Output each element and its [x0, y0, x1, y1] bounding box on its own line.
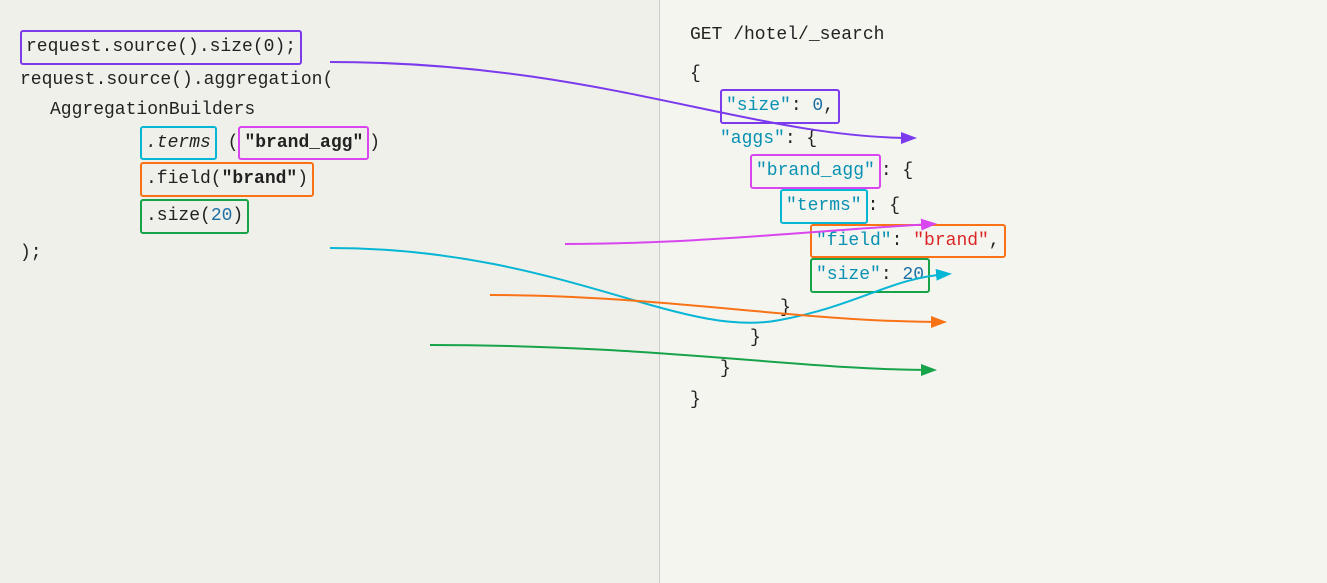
terms-brace: : { — [868, 196, 900, 216]
terms-method-box: .terms — [140, 126, 217, 161]
comma1: , — [823, 96, 834, 116]
size-val-text: 0 — [812, 96, 823, 116]
close-brace-4: } — [690, 385, 1297, 416]
colon2: : { — [785, 129, 817, 149]
code-line-1: request.source().size(0); — [20, 30, 639, 65]
code-line-7: ); — [20, 238, 639, 269]
right-panel: GET /hotel/_search { "size": 0, "aggs": … — [660, 0, 1327, 583]
close3-text: } — [720, 359, 731, 379]
size0-box: request.source().size(0); — [20, 30, 302, 65]
brand-agg-box: "brand_agg" — [238, 126, 369, 161]
code-line-3: AggregationBuilders — [50, 95, 639, 126]
code-line-5: .field("brand") — [140, 162, 639, 197]
close4-text: } — [690, 390, 701, 410]
terms-italic: .terms — [146, 133, 211, 153]
line2-text: request.source().aggregation( — [20, 70, 333, 90]
close1-text: } — [780, 298, 791, 318]
code-line-4: .terms ("brand_agg") — [140, 126, 639, 161]
terms-paren-close: ) — [369, 133, 380, 153]
title-text: GET /hotel/_search — [690, 25, 884, 45]
colon3: : — [892, 231, 914, 251]
close2-text: } — [750, 328, 761, 348]
aggs-line: "aggs": { — [720, 124, 1297, 155]
size-box-right: "size": 0, — [720, 89, 840, 124]
line3-text: AggregationBuilders — [50, 100, 255, 120]
terms-paren-open: ( — [228, 133, 239, 153]
brace-open-text: { — [690, 64, 701, 84]
brand-agg-box-right: "brand_agg" — [750, 154, 881, 189]
api-title: GET /hotel/_search — [690, 20, 1297, 51]
code-line-6: .size(20) — [140, 199, 639, 234]
field-val-text: "brand" — [913, 231, 989, 251]
size20-val-text: 20 — [902, 265, 924, 285]
size20-key-text: "size" — [816, 265, 881, 285]
field-box: .field("brand") — [140, 162, 314, 197]
main-container: request.source().size(0); request.source… — [0, 0, 1327, 583]
field-box-right: "field": "brand", — [810, 224, 1006, 259]
open-brace: { — [690, 59, 1297, 90]
aggs-key-text: "aggs" — [720, 129, 785, 149]
line7-text: ); — [20, 243, 42, 263]
size-key-text: "size" — [726, 96, 791, 116]
colon4: : — [881, 265, 903, 285]
brand-agg-line: "brand_agg" : { — [750, 154, 1297, 189]
close-brace-1: } — [780, 293, 1297, 324]
brand-agg-text: "brand_agg" — [244, 133, 363, 153]
size20-val: 20 — [211, 206, 233, 226]
size20-box-right: "size": 20 — [810, 258, 930, 293]
brand-agg-key-text: "brand_agg" — [756, 161, 875, 181]
close-brace-2: } — [750, 323, 1297, 354]
comma2: , — [989, 231, 1000, 251]
code-line-2: request.source().aggregation( — [20, 65, 639, 96]
close-brace-3: } — [720, 354, 1297, 385]
field-key-text: "field" — [816, 231, 892, 251]
size-line: "size": 0, — [720, 89, 1297, 124]
colon1: : — [791, 96, 813, 116]
terms-line: "terms" : { — [780, 189, 1297, 224]
field-line: "field": "brand", — [810, 224, 1297, 259]
field-value: "brand" — [222, 169, 298, 189]
terms-key-text: "terms" — [786, 196, 862, 216]
left-panel: request.source().size(0); request.source… — [0, 0, 660, 583]
size20-line: "size": 20 — [810, 258, 1297, 293]
terms-box-right: "terms" — [780, 189, 868, 224]
size20-box: .size(20) — [140, 199, 249, 234]
brand-agg-brace: : { — [881, 161, 913, 181]
